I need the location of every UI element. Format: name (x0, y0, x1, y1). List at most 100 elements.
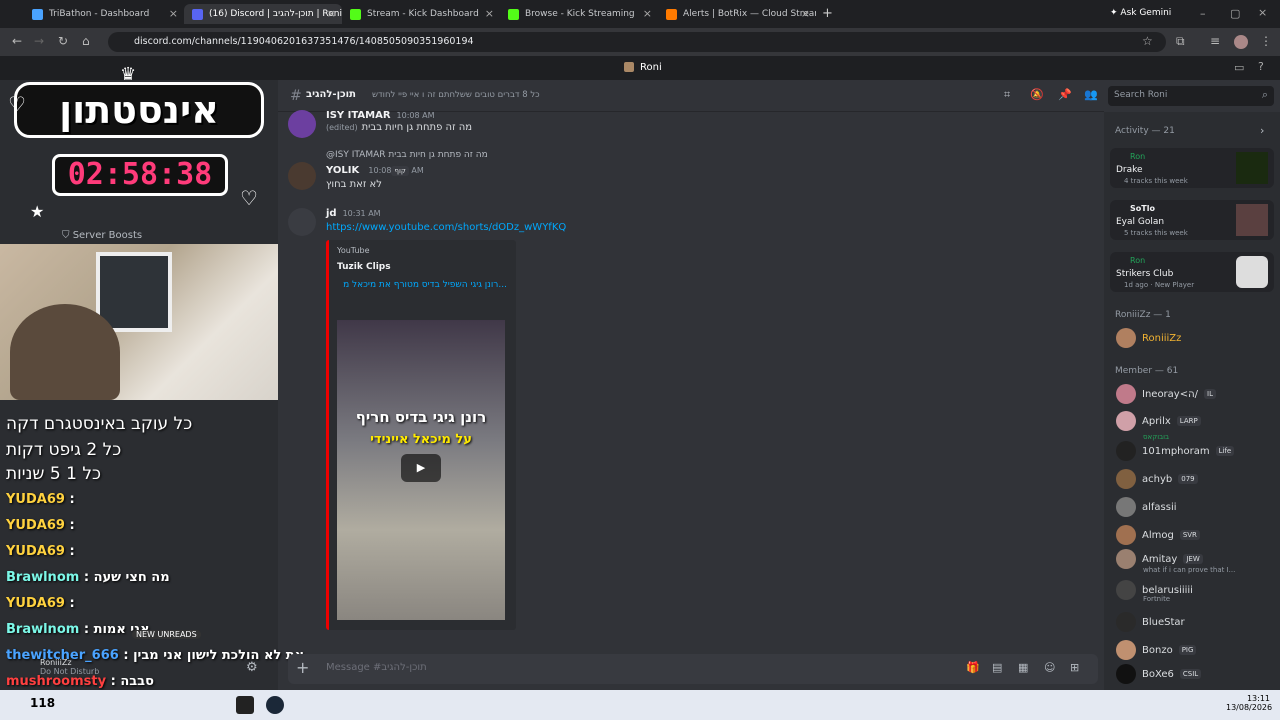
search-input[interactable]: Search Roni ⌕ (1108, 86, 1274, 106)
gemini-button[interactable]: ✦ Ask Gemini (1110, 8, 1171, 18)
tab-search-icon[interactable]: ≡ (1210, 34, 1220, 48)
channel-topic[interactable]: כל 8 דברים טובים ששלחתם זה ו איי פיי לחו… (372, 90, 540, 100)
member-item[interactable]: Bonzo PIG (1116, 640, 1197, 660)
user-settings-gear-icon[interactable]: ⚙ (246, 660, 258, 675)
member-item[interactable]: RoniiiZz (1116, 328, 1181, 348)
chat-text: : מה חצי שעה (83, 570, 170, 585)
home-icon[interactable]: ⌂ (82, 34, 90, 48)
extensions-icon[interactable]: ⧉ (1176, 34, 1185, 49)
profile-avatar[interactable] (1234, 35, 1248, 49)
tab-tribathon[interactable]: TriBathon - Dashboard × (24, 4, 184, 24)
message-author[interactable]: ISY ITAMAR (326, 110, 391, 121)
member-item[interactable]: 101mphoram Life (1116, 441, 1235, 461)
message-author[interactable]: YOLIK (326, 165, 359, 176)
system-clock[interactable]: 13:11 13/08/2026 (1226, 694, 1272, 712)
add-attachment-icon[interactable]: + (296, 658, 309, 677)
avatar[interactable] (288, 110, 316, 138)
message-timestamp: 10:08 AM (396, 111, 435, 120)
url-text: discord.com/channels/1190406201637351476… (134, 36, 474, 47)
pin-icon[interactable]: 📌 (1058, 88, 1072, 101)
bookmark-star-icon[interactable]: ☆ (1142, 34, 1153, 48)
chat-text: : (69, 544, 75, 559)
overlay-title: אינסטתון (14, 82, 264, 138)
chat-text: : (69, 518, 75, 533)
embed-author[interactable]: Tuzik Clips (337, 262, 391, 272)
steam-icon[interactable] (266, 696, 284, 714)
activity-subtitle: 1d ago (1124, 281, 1149, 289)
url-bar[interactable]: discord.com/channels/1190406201637351476… (108, 32, 1166, 52)
avatar[interactable] (288, 208, 316, 236)
forward-icon[interactable]: → (34, 34, 44, 48)
menu-icon[interactable]: ⋮ (1260, 34, 1272, 48)
overlay-chat-line: YUDA69 : (6, 596, 75, 611)
member-header: Member — 61 (1115, 366, 1179, 376)
close-icon[interactable]: × (169, 7, 178, 20)
message-author[interactable]: jd (326, 208, 337, 219)
activity-card[interactable]: Ron Strikers Club 1d ago · New Player (1110, 252, 1274, 292)
new-tab-button[interactable]: + (822, 6, 833, 21)
avatar (1116, 384, 1136, 404)
window-close-button[interactable]: × (1258, 6, 1267, 19)
member-item[interactable]: Almog SVR (1116, 525, 1200, 545)
apps-icon[interactable]: ⊞ (1070, 661, 1079, 674)
message-text: מה זה פתחת גן חיות בבית (361, 122, 473, 133)
tab-botrix[interactable]: Alerts | BotRix — Cloud Stream × (658, 4, 816, 24)
gif-icon[interactable]: ▤ (992, 661, 1002, 674)
back-icon[interactable]: ← (12, 34, 22, 48)
close-icon[interactable]: × (485, 7, 494, 20)
epic-games-icon[interactable] (236, 696, 254, 714)
activity-card[interactable]: SoTlo Eyal Golan 5 tracks this week (1110, 200, 1274, 240)
embed-title[interactable]: רונן גיגי השפיל בדיס מטורף את מיכאל מ... (337, 280, 507, 290)
member-item[interactable]: BlueStar (1116, 612, 1185, 632)
tab-discord[interactable]: (16) Discord | תוכן-להגיב | Roni × (184, 4, 342, 24)
embed-provider: YouTube (337, 246, 370, 255)
tab-kick-browse[interactable]: Browse - Kick Streaming × (500, 4, 658, 24)
video-thumbnail[interactable]: רונן גיגי בדיס חריף על מיכאל איינידי ▶ (337, 320, 505, 620)
minimize-button[interactable]: – (1200, 7, 1206, 20)
inbox-icon[interactable]: ▭ (1234, 61, 1244, 74)
server-boosts-link[interactable]: ⛉ Server Boosts (62, 230, 142, 241)
member-item[interactable]: Ineoray<ה/IL (1116, 384, 1216, 404)
gift-icon[interactable]: 🎁 (966, 661, 980, 674)
new-unreads-badge[interactable]: NEW UNREADS (132, 630, 201, 639)
avatar (1116, 411, 1136, 431)
threads-icon[interactable]: ⌗ (1004, 88, 1010, 102)
activity-title: Strikers Club (1116, 269, 1174, 279)
member-item[interactable]: Aprilx LARP (1116, 411, 1201, 431)
member-tag: CSIL (1179, 669, 1202, 679)
sticker-icon[interactable]: ▦ (1018, 661, 1028, 674)
chevron-right-icon[interactable]: › (1260, 124, 1264, 137)
member-item[interactable]: alfassii (1116, 497, 1177, 517)
maximize-button[interactable]: ▢ (1230, 7, 1240, 20)
member-item[interactable]: BoXe6 CSIL (1116, 664, 1202, 684)
stream-overlay-logo: אינסטתון 02:58:38 ♡ ♡ ♛ ★ (0, 62, 278, 234)
search-placeholder: Search Roni (1114, 90, 1168, 100)
member-item[interactable]: achyb 079 (1116, 469, 1198, 489)
person-image (10, 304, 120, 400)
tab-favicon (32, 8, 43, 20)
message-link[interactable]: https://www.youtube.com/shorts/dODz_wWYf… (326, 222, 566, 233)
message-composer[interactable]: + Message #תוכן-להגיב 🎁 ▤ ▦ ☺ ⊞ (288, 654, 1098, 684)
channel-header: # תוכן-להגיב כל 8 דברים טובים ששלחתם זה … (278, 80, 1104, 112)
close-icon[interactable]: × (801, 7, 810, 20)
reply-preview[interactable]: @ISY ITAMAR מה זה פתחת גן חיות בבית (326, 150, 488, 160)
member-tag: LARP (1176, 416, 1201, 426)
message-content: (edited) מה זה פתחת גן חיות בבית (326, 122, 472, 133)
member-list-icon[interactable]: 👥 (1084, 88, 1098, 101)
tab-kick-dashboard[interactable]: Stream - Kick Dashboard × (342, 4, 500, 24)
avatar (1116, 640, 1136, 660)
chat-text: : את לא הולכת לישון אני מבין (123, 648, 305, 663)
reload-icon[interactable]: ↻ (58, 34, 68, 48)
tab-favicon (192, 8, 203, 20)
play-icon[interactable]: ▶ (401, 454, 441, 482)
avatar (1116, 497, 1136, 517)
activity-card[interactable]: Ron Drake 4 tracks this week (1110, 148, 1274, 188)
avatar[interactable] (288, 162, 316, 190)
help-icon[interactable]: ? (1258, 60, 1264, 73)
notification-count: 118 (30, 696, 56, 710)
mute-bell-icon[interactable]: 🔕 (1030, 88, 1044, 101)
emoji-icon[interactable]: ☺ (1044, 661, 1055, 674)
close-icon[interactable]: × (643, 7, 652, 20)
close-icon[interactable]: × (327, 7, 336, 20)
member-tag: IL (1204, 389, 1216, 399)
